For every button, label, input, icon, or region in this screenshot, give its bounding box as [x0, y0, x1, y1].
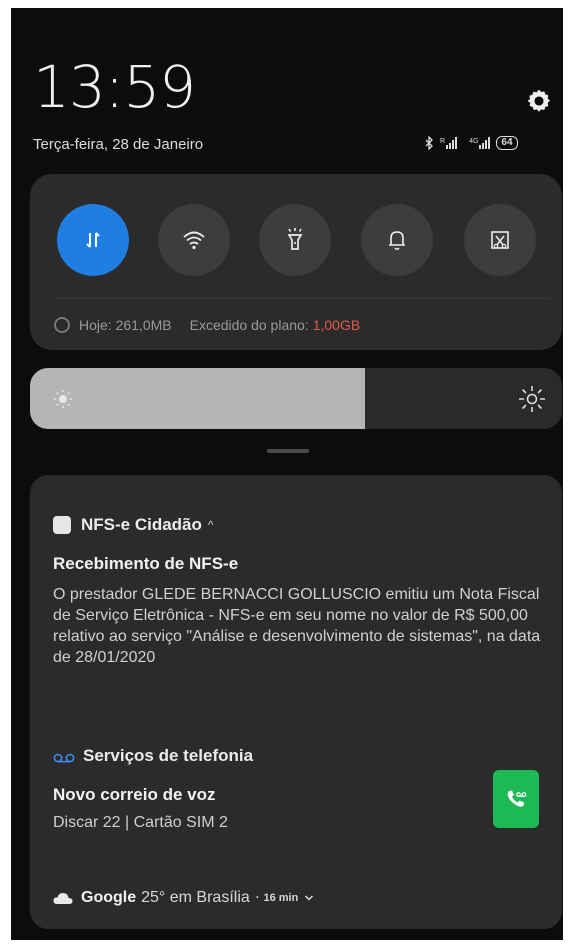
voicemail-detail[interactable]: Discar 22 | Cartão SIM 2: [53, 814, 228, 832]
signal-sim2-icon: 4G: [469, 137, 491, 149]
bell-icon: [389, 231, 405, 251]
drag-handle[interactable]: [267, 449, 309, 453]
sound-toggle[interactable]: [361, 204, 433, 276]
wifi-toggle[interactable]: [158, 204, 230, 276]
nfse-app-icon: [53, 516, 71, 534]
screenshot-toggle[interactable]: [464, 204, 536, 276]
status-icons: R 4G 64: [425, 136, 518, 150]
data-usage-ring-icon: [54, 317, 70, 333]
data-today-label: Hoje: 261,0MB: [79, 317, 172, 333]
nfse-notification-title[interactable]: Recebimento de NFS-e: [53, 554, 238, 574]
screenshot-icon: [491, 231, 509, 249]
over-plan-value: 1,00GB: [312, 317, 361, 333]
battery-icon: 64: [496, 136, 518, 150]
google-weather-notification[interactable]: Google 25° em Brasília · 16 min: [53, 889, 314, 907]
date-label: Terça-feira, 28 de Janeiro: [33, 136, 204, 153]
mobile-data-toggle[interactable]: [57, 204, 129, 276]
bluetooth-icon: [425, 136, 433, 150]
notification-time: 16 min: [263, 892, 299, 904]
gear-icon[interactable]: [526, 88, 552, 114]
over-plan-label: Excedido do plano:: [189, 317, 309, 333]
brightness-high-icon: [519, 386, 545, 412]
clock: 13:59: [33, 53, 196, 121]
chevron-up-icon[interactable]: ^: [208, 518, 214, 532]
separator-dot: ·: [255, 892, 260, 904]
divider: [55, 298, 550, 299]
google-app-name: Google: [81, 889, 137, 906]
weather-text: 25° em Brasília: [141, 889, 250, 906]
notifications-panel: NFS-e Cidadão ^ Recebimento de NFS-e O p…: [30, 475, 562, 929]
data-usage[interactable]: Hoje: 261,0MB Excedido do plano: 1,00GB: [54, 317, 360, 333]
flashlight-icon: [287, 228, 303, 250]
nfse-app-header[interactable]: NFS-e Cidadão ^: [53, 515, 214, 535]
mobile-data-icon: [86, 232, 100, 248]
brightness-slider-fill: [30, 368, 366, 429]
telefonia-app-name: Serviços de telefonia: [83, 746, 254, 765]
quick-settings-panel: Hoje: 261,0MB Excedido do plano: 1,00GB: [30, 174, 562, 350]
brightness-slider[interactable]: [30, 368, 562, 429]
voicemail-icon: [53, 753, 75, 763]
cloud-icon: [53, 893, 73, 904]
flashlight-toggle[interactable]: [259, 204, 331, 276]
phone-voicemail-icon: [507, 790, 527, 807]
nfse-notification-body[interactable]: O prestador GLEDE BERNACCI GOLLUSCIO emi…: [53, 584, 543, 668]
nfse-app-name: NFS-e Cidadão: [81, 515, 202, 534]
notification-shade: 13:59 Terça-feira, 28 de Janeiro R 4G 64: [11, 8, 563, 940]
chevron-down-icon[interactable]: [304, 894, 314, 902]
call-voicemail-button[interactable]: [493, 770, 539, 828]
wifi-icon: [183, 231, 205, 250]
telefonia-app-header[interactable]: Serviços de telefonia: [53, 746, 253, 766]
signal-sim1-icon: R: [440, 137, 458, 149]
voicemail-title[interactable]: Novo correio de voz: [53, 785, 215, 805]
brightness-low-icon: [54, 390, 72, 408]
